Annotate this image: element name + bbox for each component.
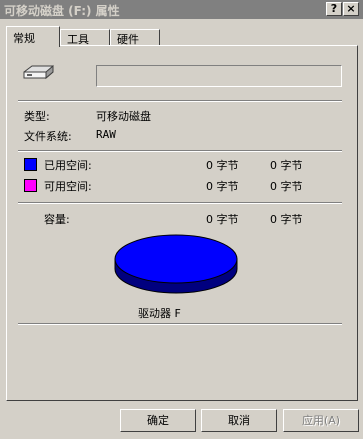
title-bar[interactable]: 可移动磁盘 (F:) 属性 ? × xyxy=(0,0,363,19)
filesystem-label: 文件系统: xyxy=(24,130,72,143)
removable-drive-icon xyxy=(23,64,54,80)
capacity-bytes: 0 字节 xyxy=(206,213,239,226)
filesystem-value: RAW xyxy=(96,128,116,141)
capacity-size: 0 字节 xyxy=(270,213,303,226)
cancel-button[interactable]: 取消 xyxy=(201,409,277,432)
pie-top xyxy=(114,234,238,284)
help-button[interactable]: ? xyxy=(326,2,342,16)
separator xyxy=(18,100,342,102)
volume-name-field[interactable] xyxy=(96,65,342,87)
free-space-label: 可用空间: xyxy=(44,180,92,193)
separator xyxy=(18,150,342,152)
close-button[interactable]: × xyxy=(343,2,359,16)
used-space-color-swatch xyxy=(24,158,37,171)
separator xyxy=(18,323,342,325)
tab-tools[interactable]: 工具 xyxy=(60,29,110,46)
disk-usage-pie xyxy=(114,234,238,294)
separator xyxy=(18,202,342,204)
window-title: 可移动磁盘 (F:) 属性 xyxy=(4,4,120,18)
free-space-bytes: 0 字节 xyxy=(206,180,239,193)
type-value: 可移动磁盘 xyxy=(96,110,151,123)
free-space-size: 0 字节 xyxy=(270,180,303,193)
used-space-label: 已用空间: xyxy=(44,159,92,172)
capacity-label: 容量: xyxy=(44,213,70,226)
ok-button[interactable]: 确定 xyxy=(120,409,196,432)
tab-hardware[interactable]: 硬件 xyxy=(110,29,160,46)
drive-label: 驱动器 F xyxy=(138,307,181,320)
used-space-bytes: 0 字节 xyxy=(206,159,239,172)
type-label: 类型: xyxy=(24,110,50,123)
tab-general[interactable]: 常规 xyxy=(6,26,60,47)
free-space-color-swatch xyxy=(24,179,37,192)
used-space-size: 0 字节 xyxy=(270,159,303,172)
apply-button[interactable]: 应用(A) xyxy=(283,409,359,432)
